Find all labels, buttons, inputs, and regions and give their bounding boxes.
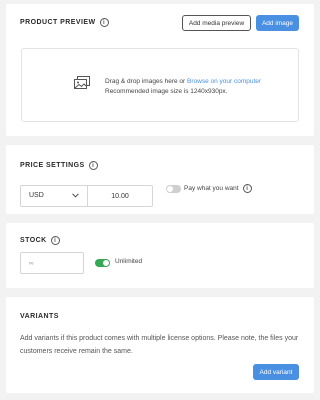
pay-what-you-want-toggle[interactable] — [166, 185, 181, 193]
currency-value: USD — [29, 192, 44, 199]
add-image-button[interactable]: Add image — [256, 15, 299, 31]
toggle-knob — [103, 260, 109, 266]
stock-placeholder: ∞ — [29, 259, 34, 267]
info-icon[interactable]: i — [50, 236, 60, 245]
variants-card: VARIANTS Add variants if this product co… — [6, 297, 314, 393]
product-preview-title: PRODUCT PREVIEW i — [20, 18, 109, 27]
currency-select[interactable]: USD — [20, 185, 88, 207]
stock-card: STOCK i ∞ Unlimited — [6, 223, 314, 288]
info-icon[interactable]: i — [88, 161, 98, 170]
toggle-knob — [167, 186, 173, 192]
stock-quantity-input[interactable]: ∞ — [20, 252, 84, 274]
info-icon[interactable]: i — [242, 184, 252, 193]
image-dropzone[interactable]: Drag & drop images here or Browse on you… — [21, 48, 299, 122]
stock-title-text: STOCK — [20, 237, 47, 244]
browse-computer-link[interactable]: Browse on your computer — [187, 78, 261, 85]
variants-title-text: VARIANTS — [20, 313, 59, 320]
add-media-preview-button[interactable]: Add media preview — [182, 15, 251, 31]
unlimited-text: Unlimited — [115, 258, 143, 265]
add-variant-button[interactable]: Add variant — [253, 364, 299, 380]
unlimited-stock-toggle[interactable] — [95, 259, 110, 267]
variants-title: VARIANTS — [20, 313, 59, 320]
dropzone-text: Drag & drop images here or Browse on you… — [105, 77, 261, 97]
stock-title: STOCK i — [20, 236, 60, 245]
dropzone-instruction: Drag & drop images here or — [105, 78, 188, 85]
pay-what-you-want-label: Pay what you want i — [184, 184, 252, 193]
chevron-down-icon — [72, 193, 79, 200]
pay-what-you-want-text: Pay what you want — [184, 185, 239, 192]
image-size-note: Recommended image size is 1240x930px. — [105, 88, 228, 95]
price-settings-card: PRICE SETTINGS i USD 10.00 Pay what you … — [6, 145, 314, 214]
price-input[interactable]: 10.00 — [87, 185, 153, 207]
price-settings-title: PRICE SETTINGS i — [20, 161, 98, 170]
price-settings-title-text: PRICE SETTINGS — [20, 162, 85, 169]
unlimited-label: Unlimited — [115, 258, 142, 265]
product-preview-title-text: PRODUCT PREVIEW — [20, 19, 96, 26]
info-icon[interactable]: i — [99, 18, 109, 27]
price-value: 10.00 — [111, 192, 129, 200]
images-icon — [74, 76, 90, 95]
product-preview-card: PRODUCT PREVIEW i Add media preview Add … — [6, 4, 314, 136]
variants-description: Add variants if this product comes with … — [20, 335, 299, 355]
